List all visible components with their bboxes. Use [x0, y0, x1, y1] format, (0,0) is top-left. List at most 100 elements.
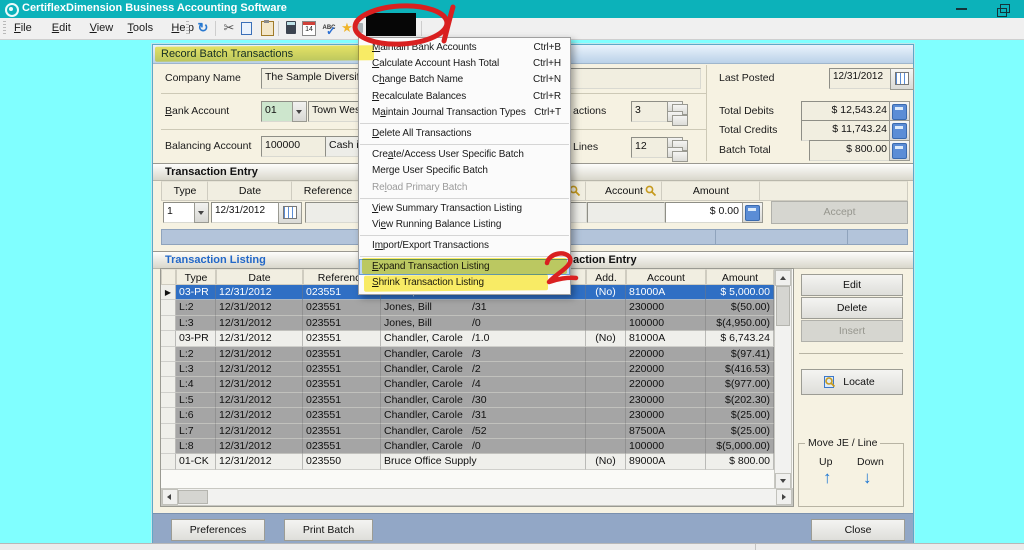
insert-button[interactable]: Insert	[801, 320, 903, 342]
transactions-stepper[interactable]	[667, 101, 683, 121]
batch-context-menu: Maintain Bank AccountsCtrl+BCalculate Ac…	[358, 37, 571, 295]
copy-icon[interactable]	[241, 22, 252, 35]
entry-amount-calc-button[interactable]	[742, 202, 763, 223]
move-je-line-group: Move JE / Line Up Down ↑ ↓	[798, 443, 904, 507]
entry-amount-field[interactable]: $ 0.00	[665, 202, 743, 223]
calculator-icon[interactable]	[286, 21, 296, 34]
table-row[interactable]: L:812/31/2012023551Chandler, Carole/0100…	[161, 439, 793, 454]
menu-item-delete-all-transactions[interactable]: Delete All Transactions	[359, 126, 570, 142]
total-debits-calc-button[interactable]	[889, 101, 910, 122]
menu-item-import-export-transactions[interactable]: Import/Export Transactions	[359, 238, 570, 254]
menu-item-maintain-bank-accounts[interactable]: Maintain Bank AccountsCtrl+B	[359, 40, 570, 56]
total-debits-label: Total Debits	[719, 105, 774, 117]
restore-icon[interactable]	[1000, 4, 1010, 13]
delete-button[interactable]: Delete	[801, 297, 903, 319]
total-credits-field: $ 11,743.24	[801, 120, 891, 141]
calendar-day: 14	[303, 26, 315, 33]
table-row[interactable]: 01-CK12/31/2012023550Bruce Office Supply…	[161, 454, 793, 469]
calendar-icon[interactable]: 14	[302, 21, 316, 36]
accept-button[interactable]: Accept	[771, 201, 908, 224]
transactions-count-field[interactable]: 3	[631, 101, 669, 122]
menu-separator	[360, 123, 569, 124]
table-row[interactable]: 03-PR12/31/2012023551Chandler, Carole/1.…	[161, 331, 793, 346]
menu-item-view-summary-transaction-listing[interactable]: View Summary Transaction Listing	[359, 201, 570, 217]
menu-item-calculate-account-hash-total[interactable]: Calculate Account Hash TotalCtrl+H	[359, 56, 570, 72]
account-search-icon[interactable]	[645, 185, 657, 197]
listing-col-add: Add.	[586, 269, 626, 285]
app-logo-icon	[5, 3, 19, 17]
menu-item-recalculate-balances[interactable]: Recalculate BalancesCtrl+R	[359, 89, 570, 105]
transactions-label-fragment: actions	[573, 105, 606, 117]
last-posted-label: Last Posted	[719, 72, 774, 84]
redacted-box	[366, 13, 416, 36]
highlight-expand-item	[362, 258, 567, 274]
table-row[interactable]: L:312/31/2012023551Jones, Bill/0100000$(…	[161, 316, 793, 331]
batch-total-calc-button[interactable]	[889, 140, 910, 161]
lines-stepper[interactable]	[667, 137, 683, 157]
toolbar-separator	[421, 21, 422, 36]
horizontal-scrollbar[interactable]	[161, 488, 793, 506]
move-up-label: Up	[819, 456, 832, 468]
table-row[interactable]: L:712/31/2012023551Chandler, Carole/5287…	[161, 424, 793, 439]
listing-col-date: Date	[216, 269, 303, 285]
lines-count-field[interactable]: 12	[631, 137, 669, 158]
menu-item-change-batch-name[interactable]: Change Batch NameCtrl+N	[359, 72, 570, 88]
total-credits-label: Total Credits	[719, 124, 777, 136]
menubar-item-tools[interactable]: Tools	[123, 21, 157, 35]
right-panel-title-fragment: action Entry	[573, 254, 637, 266]
table-row[interactable]: L:212/31/2012023551Jones, Bill/31230000$…	[161, 300, 793, 315]
edit-button[interactable]: Edit	[801, 274, 903, 296]
refresh-icon[interactable]: ↻	[194, 19, 212, 37]
transaction-listing-title: Transaction Listing	[165, 254, 266, 266]
bank-account-code[interactable]: 01	[261, 101, 293, 122]
close-button[interactable]: Close	[811, 519, 905, 541]
vertical-scrollbar[interactable]	[774, 269, 792, 490]
table-row[interactable]: L:512/31/2012023551Chandler, Carole/3023…	[161, 393, 793, 408]
last-posted-field[interactable]: 12/31/2012	[829, 68, 893, 89]
listing-col-account: Account	[626, 269, 706, 285]
menu-item-reload-primary-batch[interactable]: Reload Primary Batch	[359, 180, 570, 196]
locate-label: Locate	[843, 376, 875, 388]
menu-item-maintain-journal-transaction-types[interactable]: Maintain Journal Transaction TypesCtrl+T	[359, 105, 570, 121]
entry-date-field[interactable]: 12/31/2012	[211, 202, 281, 223]
entry-col-date: Date	[207, 181, 293, 201]
partial-toolbar-icon[interactable]	[355, 23, 363, 33]
table-row[interactable]: L:212/31/2012023551Chandler, Carole/3220…	[161, 347, 793, 362]
entry-col-amount: Amount	[661, 181, 761, 201]
menu-separator	[360, 144, 569, 145]
entry-type-dropdown-button[interactable]	[194, 202, 209, 223]
locate-magnifier-icon	[824, 376, 836, 388]
company-name-label: Company Name	[165, 72, 241, 84]
dialog-bottom-bar: Preferences Print Batch Close	[153, 513, 913, 544]
last-posted-calendar-button[interactable]	[890, 68, 914, 90]
cut-icon[interactable]: ✂	[220, 19, 238, 37]
entry-date-calendar-button[interactable]	[278, 202, 302, 224]
spellcheck-icon[interactable]: ABC ✓	[320, 19, 338, 37]
table-row[interactable]: L:312/31/2012023551Chandler, Carole/2220…	[161, 362, 793, 377]
table-row[interactable]: L:412/31/2012023551Chandler, Carole/4220…	[161, 377, 793, 392]
bank-account-dropdown-button[interactable]	[292, 101, 307, 122]
toolbar-grip	[186, 21, 189, 36]
balancing-account-code[interactable]: 100000	[261, 136, 329, 157]
locate-button[interactable]: Locate	[801, 369, 903, 395]
menubar-item-view[interactable]: View	[86, 21, 118, 35]
move-down-arrow-icon[interactable]: ↓	[863, 468, 872, 488]
menubar-item-edit[interactable]: Edit	[48, 21, 75, 35]
menu-item-create-access-user-specific-batch[interactable]: Create/Access User Specific Batch	[359, 147, 570, 163]
balancing-account-label: Balancing Account	[165, 140, 251, 152]
total-credits-calc-button[interactable]	[889, 120, 910, 141]
menu-shortcut: Ctrl+B	[534, 40, 561, 56]
print-batch-button[interactable]: Print Batch	[284, 519, 373, 541]
menu-item-merge-user-specific-batch[interactable]: Merge User Specific Batch	[359, 163, 570, 179]
favorites-icon[interactable]: ★	[338, 19, 356, 37]
menu-item-view-running-balance-listing[interactable]: View Running Balance Listing	[359, 217, 570, 233]
menubar-item-file[interactable]: File	[10, 21, 36, 35]
preferences-button[interactable]: Preferences	[171, 519, 265, 541]
move-up-arrow-icon[interactable]: ↑	[823, 468, 832, 488]
table-row[interactable]: L:612/31/2012023551Chandler, Carole/3123…	[161, 408, 793, 423]
move-je-line-label: Move JE / Line	[805, 437, 880, 449]
paste-icon[interactable]	[261, 21, 274, 36]
minimize-icon[interactable]	[956, 8, 967, 10]
entry-account-field[interactable]	[587, 202, 665, 223]
menu-separator	[360, 235, 569, 236]
